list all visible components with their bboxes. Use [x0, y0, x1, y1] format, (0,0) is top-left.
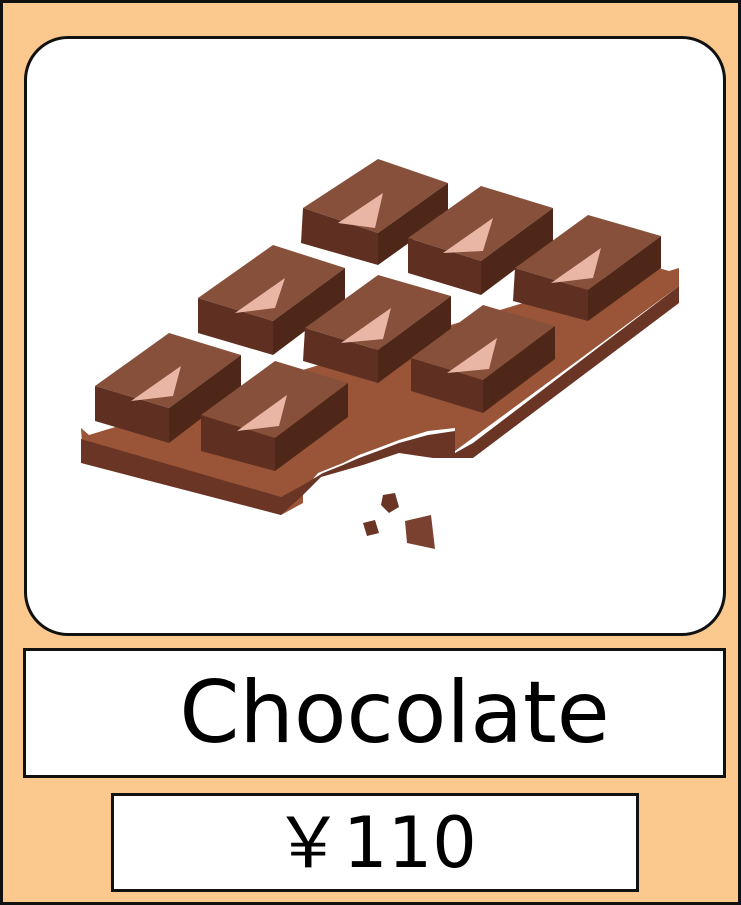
- product-name-box: Chocolate: [23, 648, 726, 778]
- product-price-box: ￥110: [111, 793, 639, 892]
- chocolate-bar-icon: [81, 159, 679, 549]
- product-price: ￥110: [273, 801, 477, 884]
- product-name: Chocolate: [179, 663, 610, 763]
- chocolate-crumbs: [363, 493, 435, 549]
- product-card[interactable]: Chocolate ￥110: [0, 0, 741, 905]
- product-image-panel: [24, 36, 726, 636]
